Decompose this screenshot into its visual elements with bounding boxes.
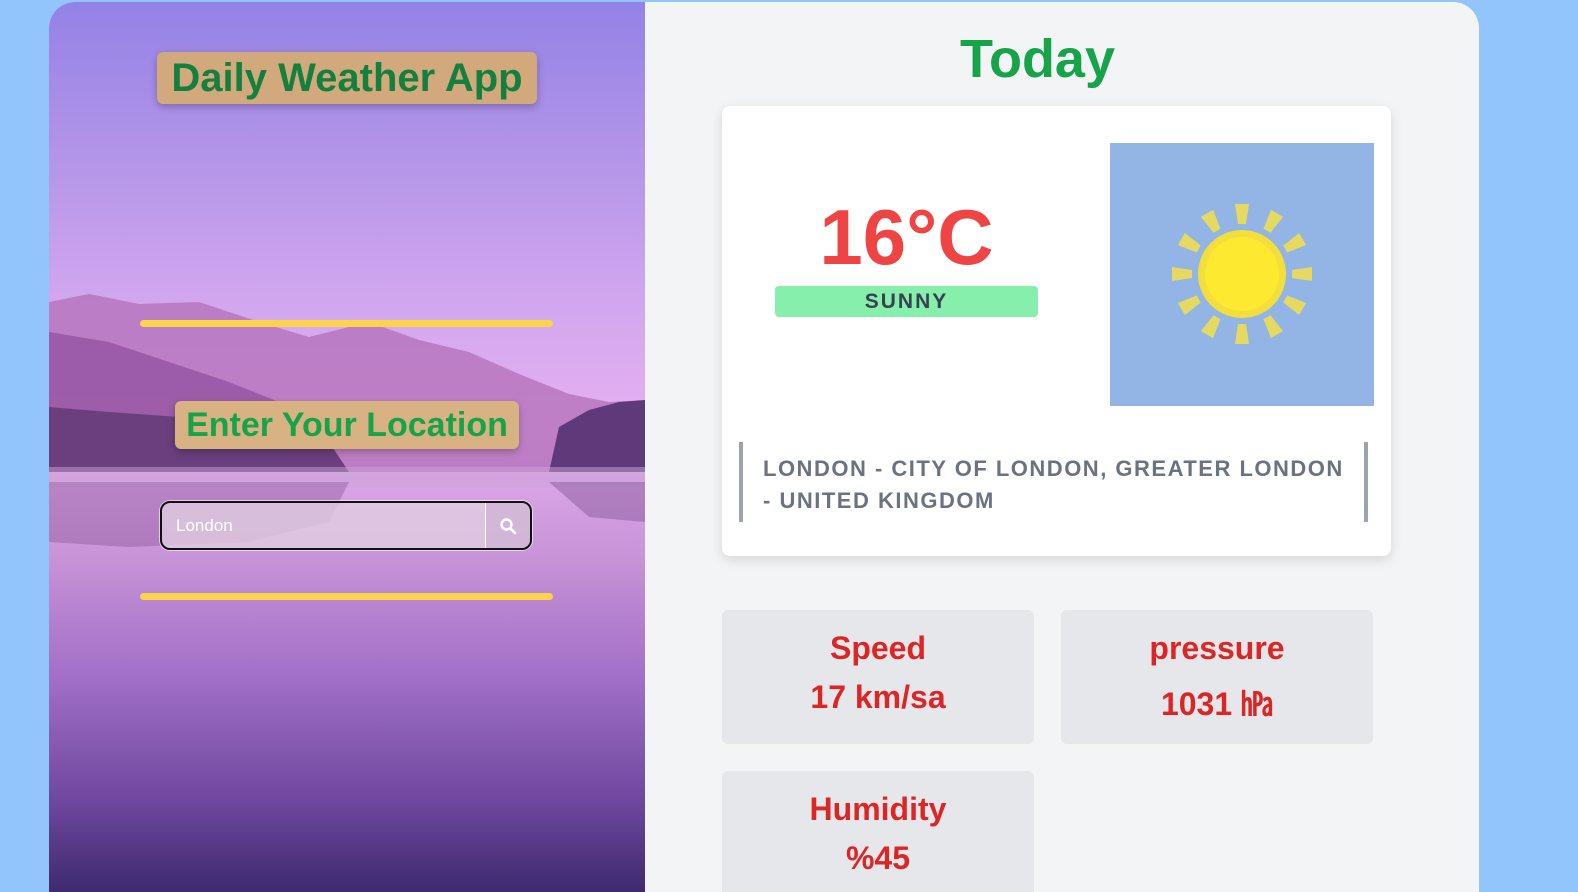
stat-tile-speed: Speed 17 km/sa — [722, 610, 1034, 744]
stat-value: %45 — [845, 840, 911, 876]
location-prompt: Enter Your Location — [175, 401, 519, 449]
left-panel: Daily Weather App Enter Your Location — [49, 2, 645, 892]
stat-label: Humidity — [809, 791, 947, 827]
search-button[interactable] — [485, 503, 530, 548]
stat-tile-pressure: pressure 1031 ㍱ — [1061, 610, 1373, 744]
divider-top — [140, 320, 553, 327]
search-box — [160, 501, 532, 550]
temperature: 16°C — [819, 193, 994, 281]
condition-badge: SUNNY — [775, 286, 1038, 317]
weather-image — [1110, 143, 1374, 406]
today-heading: Today — [959, 29, 1115, 89]
weather-app: Daily Weather App Enter Your Location To… — [49, 2, 1479, 892]
stat-label: Speed — [829, 630, 927, 666]
divider-bottom — [140, 593, 553, 600]
search-icon — [500, 517, 517, 534]
stat-tile-humidity: Humidity %45 — [722, 771, 1034, 892]
sun-icon — [1172, 204, 1312, 344]
stat-label: pressure — [1149, 630, 1285, 666]
stat-value: 17 km/sa — [810, 679, 946, 715]
stat-value: 1031 ㍱ — [1160, 686, 1274, 722]
location-search-input[interactable] — [162, 503, 485, 548]
app-title: Daily Weather App — [157, 52, 537, 104]
location-text: LONDON - CITY OF LONDON, GREATER LONDON … — [739, 442, 1368, 522]
weather-card: 16°C SUNNY LONDON - CITY OF LONDON, GREA… — [722, 106, 1391, 556]
